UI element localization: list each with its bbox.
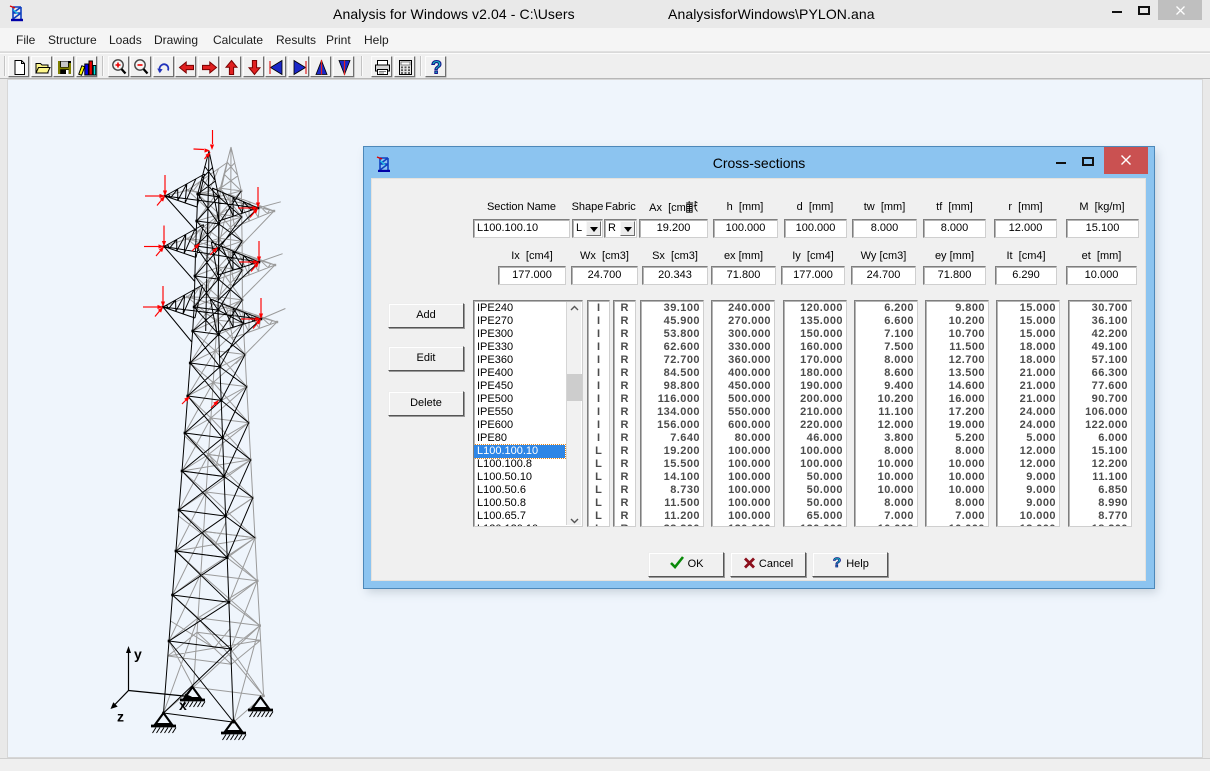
svg-text:z: z <box>117 709 124 725</box>
svg-text:?: ? <box>431 58 442 77</box>
svg-text:?: ? <box>833 555 842 569</box>
svg-text:x: x <box>179 697 187 713</box>
svg-text:y: y <box>134 646 142 662</box>
